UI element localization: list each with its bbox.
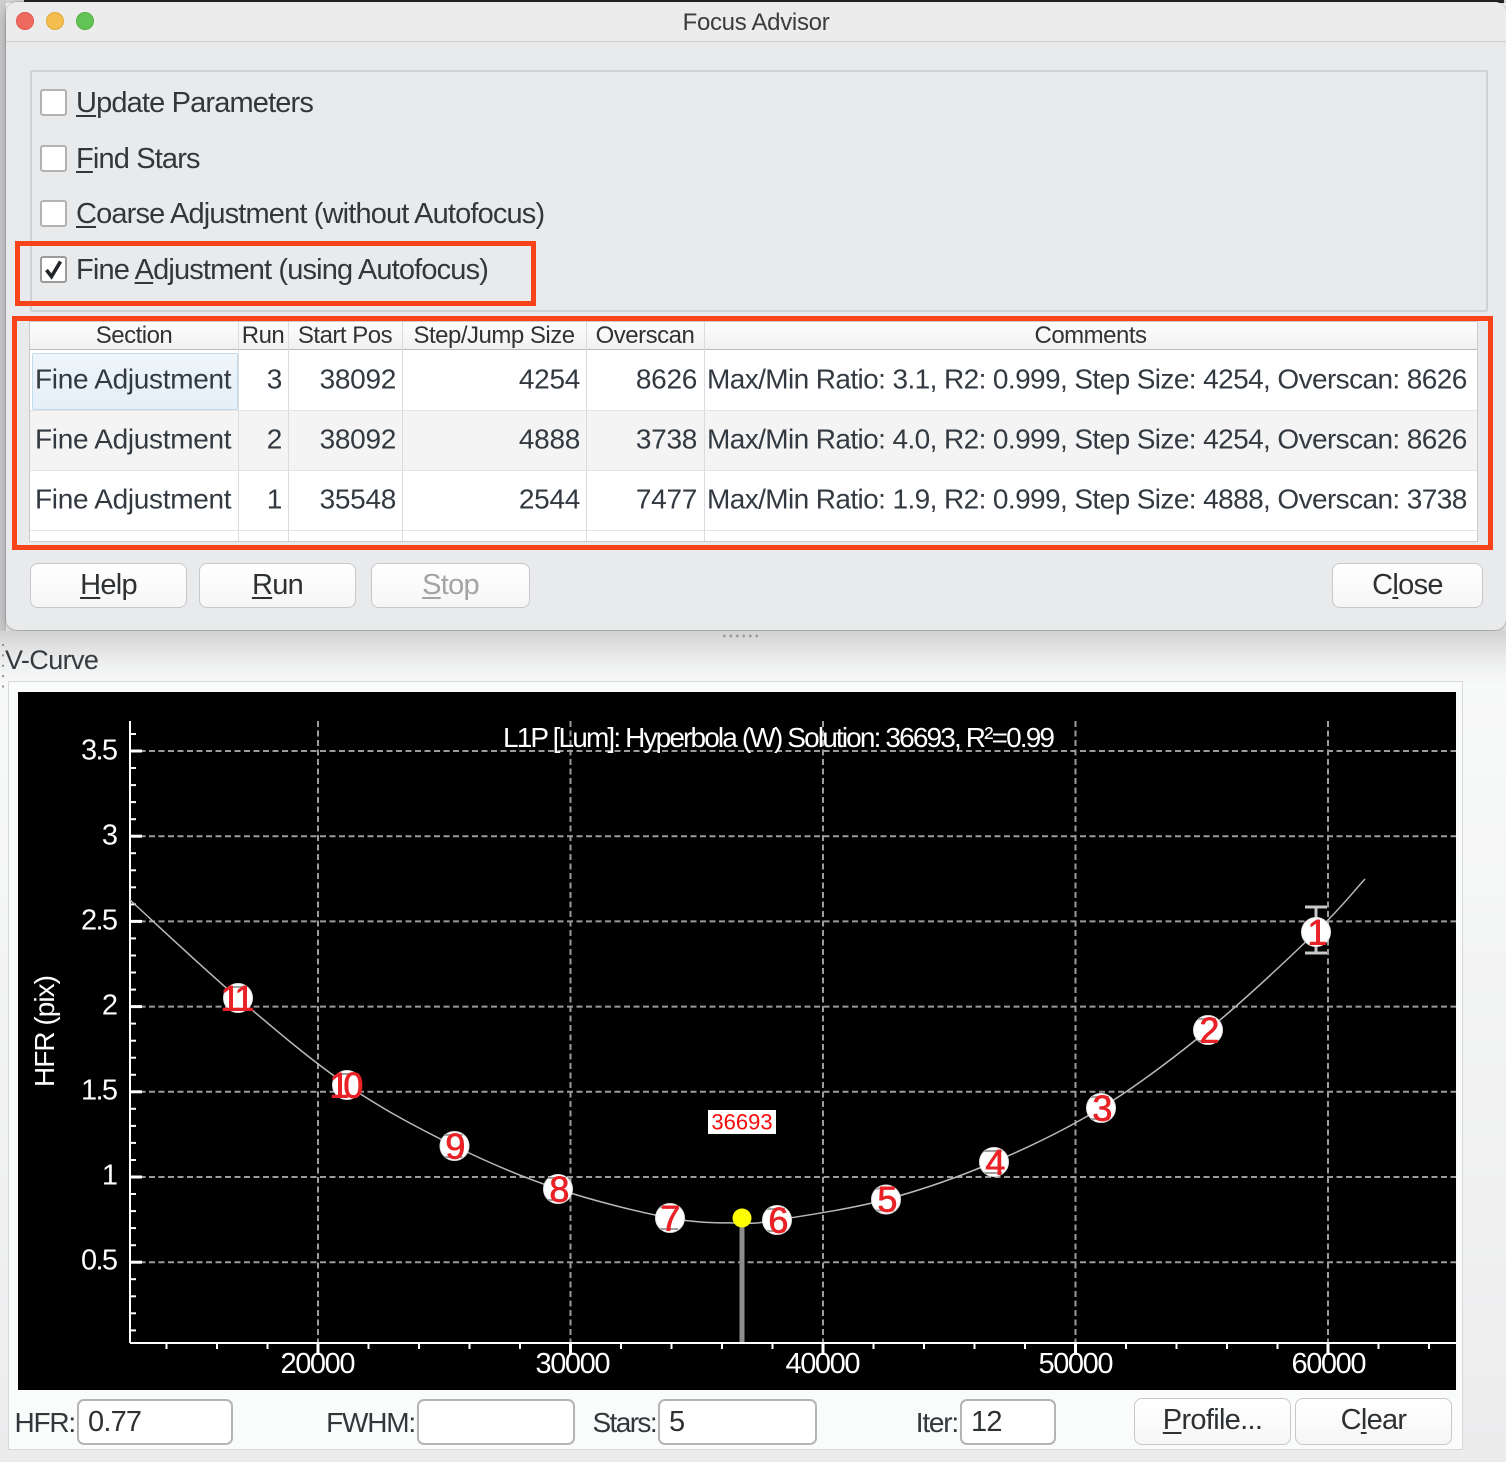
svg-text:50000: 50000 <box>1039 1348 1114 1380</box>
svg-text:7: 7 <box>660 1197 680 1238</box>
svg-text:5: 5 <box>877 1178 897 1219</box>
svg-text:11: 11 <box>220 977 254 1018</box>
svg-text:L1P [Lum]: Hyperbola (W) Solut: L1P [Lum]: Hyperbola (W) Solution: 36693… <box>503 722 1055 753</box>
svg-text:40000: 40000 <box>786 1348 861 1380</box>
svg-text:8: 8 <box>549 1168 569 1209</box>
svg-text:30000: 30000 <box>536 1348 611 1380</box>
svg-text:HFR (pix): HFR (pix) <box>29 975 60 1087</box>
svg-text:2: 2 <box>102 990 118 1022</box>
svg-text:3: 3 <box>1092 1087 1112 1128</box>
svg-text:20000: 20000 <box>281 1348 356 1380</box>
svg-text:3: 3 <box>102 820 118 852</box>
svg-text:2: 2 <box>1199 1009 1219 1050</box>
svg-text:4: 4 <box>985 1141 1005 1182</box>
svg-text:1: 1 <box>1307 911 1327 952</box>
svg-text:36693: 36693 <box>711 1110 772 1135</box>
svg-text:60000: 60000 <box>1292 1348 1367 1380</box>
svg-text:1: 1 <box>102 1160 118 1192</box>
svg-text:1.5: 1.5 <box>81 1075 118 1107</box>
svg-text:3.5: 3.5 <box>81 735 118 767</box>
svg-text:6: 6 <box>768 1199 788 1240</box>
svg-text:0.5: 0.5 <box>81 1245 118 1277</box>
svg-text:2.5: 2.5 <box>81 905 118 937</box>
svg-text:9: 9 <box>445 1125 465 1166</box>
svg-text:10: 10 <box>329 1064 363 1105</box>
